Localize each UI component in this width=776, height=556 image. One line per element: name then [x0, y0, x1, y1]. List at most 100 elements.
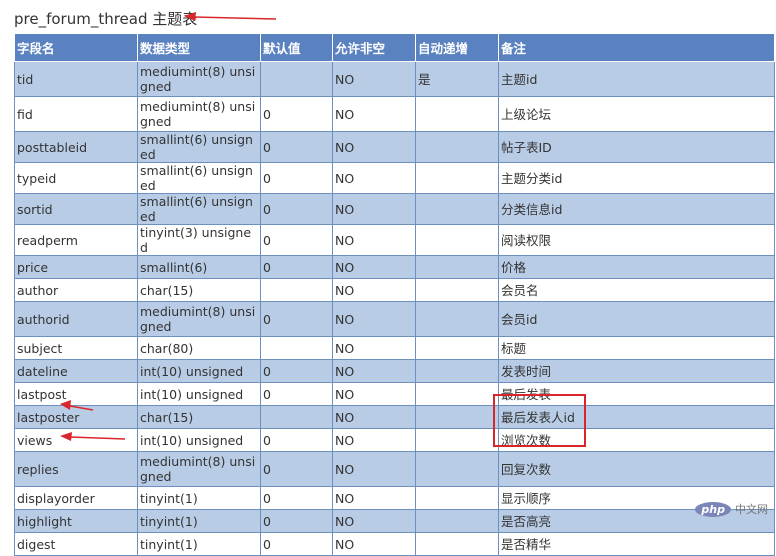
default-cell: 0 [260, 193, 333, 225]
nullable-cell: NO [332, 428, 416, 452]
table-row: authorid mediumint(8) unsigned 0 NO 会员id [14, 301, 775, 337]
table-row: typeid smallint(6) unsigned 0 NO 主题分类id [14, 162, 775, 194]
auto-increment-cell [415, 509, 499, 533]
auto-increment-cell [415, 359, 499, 383]
data-type-cell: smallint(6) unsigned [137, 162, 261, 194]
default-cell [260, 61, 333, 97]
auto-increment-cell: 是 [415, 61, 499, 97]
field-name-cell: readperm [14, 224, 138, 256]
column-header-data-type: 数据类型 [137, 33, 261, 62]
default-cell: 0 [260, 359, 333, 383]
note-cell: 最后发表人id [498, 405, 775, 429]
table-row: sortid smallint(6) unsigned 0 NO 分类信息id [14, 193, 775, 225]
nullable-cell: NO [332, 336, 416, 360]
note-cell: 价格 [498, 255, 775, 279]
default-cell: 0 [260, 509, 333, 533]
data-type-cell: char(15) [137, 278, 261, 302]
data-type-cell: mediumint(8) unsigned [137, 96, 261, 132]
note-cell: 发表时间 [498, 359, 775, 383]
table-row: lastposter char(15) NO 最后发表人id [14, 405, 775, 429]
table-row: displayorder tinyint(1) 0 NO 显示顺序 [14, 486, 775, 510]
default-cell: 0 [260, 428, 333, 452]
data-type-cell: smallint(6) [137, 255, 261, 279]
page-title: pre_forum_thread 主题表 [14, 9, 197, 29]
default-cell: 0 [260, 486, 333, 510]
auto-increment-cell [415, 96, 499, 132]
nullable-cell: NO [332, 278, 416, 302]
column-header-default: 默认值 [260, 33, 333, 62]
auto-increment-cell [415, 131, 499, 163]
default-cell: 0 [260, 382, 333, 406]
data-type-cell: int(10) unsigned [137, 382, 261, 406]
nullable-cell: NO [332, 224, 416, 256]
arrow-title-icon [184, 12, 277, 21]
field-name-cell: tid [14, 61, 138, 97]
table-name: pre_forum_thread [14, 10, 148, 28]
nullable-cell: NO [332, 96, 416, 132]
default-cell: 0 [260, 451, 333, 487]
data-type-cell: mediumint(8) unsigned [137, 61, 261, 97]
field-name-cell: authorid [14, 301, 138, 337]
field-name-cell: highlight [14, 509, 138, 533]
default-cell: 0 [260, 96, 333, 132]
table-row: lastpost int(10) unsigned 0 NO 最后发表 [14, 382, 775, 406]
field-name-cell: lastposter [14, 405, 138, 429]
data-type-cell: char(15) [137, 405, 261, 429]
default-cell [260, 278, 333, 302]
note-cell: 标题 [498, 336, 775, 360]
data-type-cell: int(10) unsigned [137, 428, 261, 452]
auto-increment-cell [415, 451, 499, 487]
default-cell: 0 [260, 131, 333, 163]
nullable-cell: NO [332, 509, 416, 533]
field-name-cell: subject [14, 336, 138, 360]
field-name-cell: lastpost [14, 382, 138, 406]
watermark: php 中文网 [695, 501, 768, 517]
auto-increment-cell [415, 193, 499, 225]
note-cell: 分类信息id [498, 193, 775, 225]
auto-increment-cell [415, 301, 499, 337]
data-type-cell: char(80) [137, 336, 261, 360]
column-header-nullable: 允许非空 [332, 33, 416, 62]
nullable-cell: NO [332, 131, 416, 163]
table-row: views int(10) unsigned 0 NO 浏览次数 [14, 428, 775, 452]
nullable-cell: NO [332, 451, 416, 487]
data-type-cell: tinyint(1) [137, 532, 261, 556]
header-row: 字段名 数据类型 默认值 允许非空 自动递增 备注 [14, 33, 775, 62]
field-name-cell: price [14, 255, 138, 279]
column-header-auto-increment: 自动递增 [415, 33, 499, 62]
note-cell: 上级论坛 [498, 96, 775, 132]
table-row: price smallint(6) 0 NO 价格 [14, 255, 775, 279]
data-type-cell: smallint(6) unsigned [137, 131, 261, 163]
data-type-cell: mediumint(8) unsigned [137, 301, 261, 337]
auto-increment-cell [415, 336, 499, 360]
data-type-cell: int(10) unsigned [137, 359, 261, 383]
table-row: dateline int(10) unsigned 0 NO 发表时间 [14, 359, 775, 383]
nullable-cell: NO [332, 301, 416, 337]
note-cell: 最后发表 [498, 382, 775, 406]
column-header-field-name: 字段名 [14, 33, 138, 62]
field-name-cell: replies [14, 451, 138, 487]
note-cell: 主题id [498, 61, 775, 97]
default-cell: 0 [260, 162, 333, 194]
auto-increment-cell [415, 428, 499, 452]
data-type-cell: smallint(6) unsigned [137, 193, 261, 225]
nullable-cell: NO [332, 162, 416, 194]
table-row: replies mediumint(8) unsigned 0 NO 回复次数 [14, 451, 775, 487]
note-cell: 浏览次数 [498, 428, 775, 452]
auto-increment-cell [415, 405, 499, 429]
field-name-cell: fid [14, 96, 138, 132]
nullable-cell: NO [332, 359, 416, 383]
table-row: digest tinyint(1) 0 NO 是否精华 [14, 532, 775, 556]
table-row: posttableid smallint(6) unsigned 0 NO 帖子表ID [14, 131, 775, 163]
data-type-cell: mediumint(8) unsigned [137, 451, 261, 487]
note-cell: 回复次数 [498, 451, 775, 487]
nullable-cell: NO [332, 382, 416, 406]
nullable-cell: NO [332, 255, 416, 279]
field-name-cell: digest [14, 532, 138, 556]
default-cell [260, 336, 333, 360]
table-row: tid mediumint(8) unsigned NO 是主题id [14, 61, 775, 97]
default-cell: 0 [260, 224, 333, 256]
note-cell: 主题分类id [498, 162, 775, 194]
auto-increment-cell [415, 162, 499, 194]
table-row: readperm tinyint(3) unsigned 0 NO 阅读权限 [14, 224, 775, 256]
